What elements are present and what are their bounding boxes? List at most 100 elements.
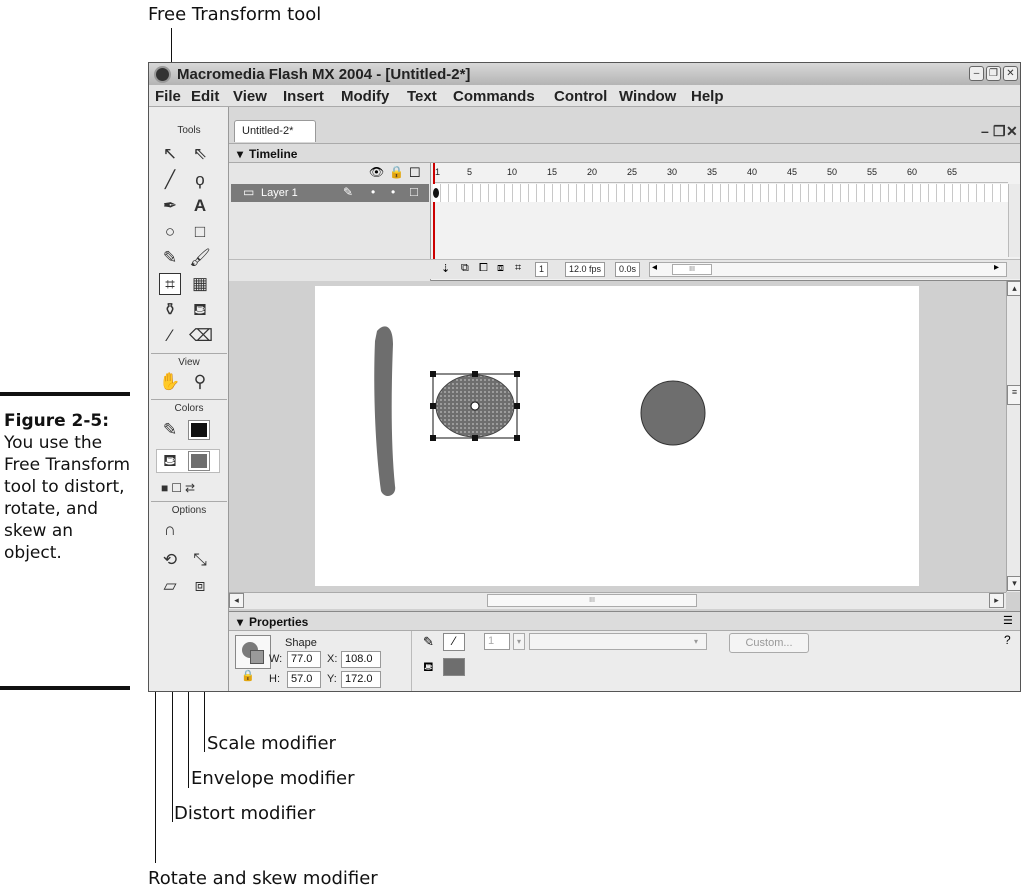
menu-commands[interactable]: Commands — [453, 88, 535, 105]
distort-modifier-icon[interactable]: ▱ — [159, 575, 181, 597]
timeline-hscroll[interactable]: ◂ III ▸ — [649, 262, 1007, 277]
fill-transform-tool-icon[interactable]: ▦ — [189, 273, 211, 295]
stroke-style-select[interactable]: ▾ — [529, 633, 707, 650]
frame-ruler[interactable]: 1 5 10 15 20 25 30 35 40 45 50 55 60 65 — [433, 163, 1008, 183]
custom-stroke-button[interactable]: Custom... — [729, 633, 809, 653]
transform-handle[interactable] — [430, 403, 436, 409]
transform-handle[interactable] — [430, 435, 436, 441]
menu-edit[interactable]: Edit — [191, 88, 219, 105]
brush-tool-icon[interactable]: 🖌 — [189, 247, 211, 269]
timeline-vscroll[interactable] — [1008, 184, 1020, 257]
lock-proportions-icon[interactable]: 🔒 — [241, 669, 255, 682]
menu-control[interactable]: Control — [554, 88, 607, 105]
pencil-tool-icon[interactable]: ✎ — [159, 247, 181, 269]
y-field[interactable]: 172.0 — [341, 671, 381, 688]
document-tab[interactable]: Untitled-2* — [234, 120, 316, 142]
transform-handle[interactable] — [472, 435, 478, 441]
paint-bucket-tool-icon[interactable]: ⛾ — [189, 299, 211, 321]
restore-icon[interactable]: ❐ — [986, 66, 1001, 81]
text-tool-icon[interactable]: A — [189, 195, 211, 217]
properties-collapse-icon[interactable]: ▾ — [237, 615, 243, 629]
stage-hscroll-thumb[interactable]: III — [487, 594, 697, 607]
stroke-style-dropdown-icon[interactable]: ▾ — [694, 634, 698, 649]
eraser-tool-icon[interactable]: ⌫ — [189, 325, 213, 347]
menu-text[interactable]: Text — [407, 88, 437, 105]
doc-restore-icon[interactable]: ❐ — [993, 123, 1006, 140]
stage-hscroll[interactable]: ◂ III ▸ — [229, 592, 1006, 609]
stage-vscroll-thumb[interactable]: ≡ — [1007, 385, 1020, 405]
line-tool-icon[interactable]: ╱ — [159, 169, 181, 191]
scroll-left-icon[interactable]: ◂ — [652, 262, 657, 273]
stroke-color-swatch[interactable] — [188, 420, 210, 440]
zoom-tool-icon[interactable]: ⚲ — [189, 371, 211, 393]
stroke-height-dropdown-icon[interactable]: ▾ — [513, 633, 525, 650]
onion-outline-icon[interactable]: ⧠ — [479, 262, 488, 275]
scroll-down-icon[interactable]: ▾ — [1007, 576, 1020, 591]
snap-to-objects-icon[interactable]: ∩ — [159, 519, 181, 541]
stroke-color-picker[interactable]: ⁄ — [443, 633, 465, 651]
frame-cells[interactable] — [433, 184, 1008, 202]
playhead[interactable] — [433, 163, 435, 259]
transform-handle[interactable] — [430, 371, 436, 377]
transform-handle[interactable] — [514, 371, 520, 377]
properties-header[interactable]: ▾ Properties ☰ — [229, 611, 1020, 631]
scale-modifier-icon[interactable]: ⤡ — [189, 549, 211, 571]
doc-minimize-icon[interactable]: – — [981, 123, 989, 139]
close-icon[interactable]: ✕ — [1003, 66, 1018, 81]
envelope-modifier-icon[interactable]: ⧈ — [189, 575, 211, 597]
fill-color-picker[interactable] — [443, 658, 465, 676]
outline-all-icon[interactable]: ☐ — [409, 165, 421, 181]
arrow-tool-icon[interactable]: ↖ — [159, 143, 181, 165]
stage-scroll-left-icon[interactable]: ◂ — [229, 593, 244, 608]
modify-onion-markers-icon[interactable]: ⌗ — [515, 262, 521, 275]
rectangle-tool-icon[interactable]: □ — [189, 221, 211, 243]
stage-vscroll[interactable]: ▴ ≡ ▾ — [1006, 281, 1020, 592]
width-field[interactable]: 77.0 — [287, 651, 321, 668]
height-field[interactable]: 57.0 — [287, 671, 321, 688]
subselection-tool-icon[interactable]: ⇖ — [189, 143, 211, 165]
lock-all-icon[interactable]: 🔒 — [389, 165, 404, 179]
ink-bottle-tool-icon[interactable]: ⚱ — [159, 299, 181, 321]
transform-handle[interactable] — [514, 435, 520, 441]
keyframe-marker[interactable] — [433, 188, 439, 198]
edit-multiple-frames-icon[interactable]: ⧈ — [497, 262, 504, 275]
stroke-height-field[interactable]: 1 — [484, 633, 510, 650]
minimize-icon[interactable]: – — [969, 66, 984, 81]
hand-tool-icon[interactable]: ✋ — [159, 371, 181, 393]
timeline-collapse-icon[interactable]: ▾ — [237, 147, 243, 161]
pen-tool-icon[interactable]: ✒ — [159, 195, 181, 217]
oval-tool-icon[interactable]: ○ — [159, 221, 181, 243]
lasso-tool-icon[interactable]: ϙ — [189, 169, 211, 191]
brush-stroke-shape[interactable] — [374, 326, 396, 497]
layer-lock-dot[interactable]: • — [391, 185, 395, 199]
menu-help[interactable]: Help — [691, 88, 724, 105]
free-transform-tool-icon[interactable]: ⌗ — [159, 273, 181, 295]
swap-colors-icon[interactable]: ■☐⇄ — [161, 481, 198, 495]
layer-outline-box[interactable]: □ — [410, 184, 418, 199]
eyedropper-tool-icon[interactable]: ⁄ — [159, 325, 181, 347]
scroll-up-icon[interactable]: ▴ — [1007, 281, 1020, 296]
transform-handle[interactable] — [472, 371, 478, 377]
layer-row[interactable]: ▭ Layer 1 ✎ • • □ — [231, 184, 429, 202]
doc-close-icon[interactable]: ✕ — [1006, 123, 1018, 140]
onion-skin-icon[interactable]: ⧉ — [461, 262, 469, 275]
timeline-header[interactable]: ▾ Timeline — [229, 143, 1020, 163]
circle-shape[interactable] — [640, 380, 706, 446]
menu-view[interactable]: View — [233, 88, 267, 105]
show-hide-icon[interactable]: 👁 — [369, 165, 384, 179]
rotate-skew-modifier-icon[interactable]: ⟲ — [159, 549, 181, 571]
scroll-right-icon[interactable]: ▸ — [994, 262, 999, 273]
timeline-scroll-thumb[interactable]: III — [672, 264, 712, 275]
transform-center-point[interactable] — [470, 401, 480, 411]
x-field[interactable]: 108.0 — [341, 651, 381, 668]
menu-modify[interactable]: Modify — [341, 88, 389, 105]
menu-insert[interactable]: Insert — [283, 88, 324, 105]
menu-file[interactable]: File — [155, 88, 181, 105]
menu-window[interactable]: Window — [619, 88, 676, 105]
fill-color-swatch[interactable] — [188, 451, 210, 471]
help-icon[interactable]: ? — [1004, 633, 1011, 647]
stage-scroll-right-icon[interactable]: ▸ — [989, 593, 1004, 608]
layer-visible-dot[interactable]: • — [371, 185, 375, 199]
center-frame-icon[interactable]: ⇣ — [441, 262, 450, 275]
transform-handle[interactable] — [514, 403, 520, 409]
